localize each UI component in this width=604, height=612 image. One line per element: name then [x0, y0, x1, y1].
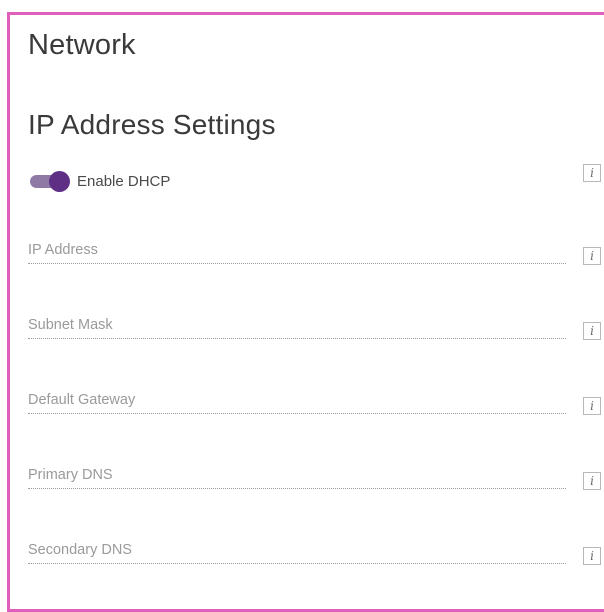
primary-dns-info-icon[interactable]: i [583, 472, 601, 490]
subnet-mask-input[interactable] [28, 313, 566, 337]
dhcp-row: Enable DHCP [28, 168, 170, 194]
toggle-thumb [49, 171, 70, 192]
subnet-mask-underline [28, 338, 566, 339]
enable-dhcp-label: Enable DHCP [77, 172, 171, 190]
primary-dns-field [28, 463, 566, 491]
default-gateway-input[interactable] [28, 388, 566, 412]
ip-address-field [28, 238, 566, 266]
primary-dns-underline [28, 488, 566, 489]
default-gateway-underline [28, 413, 566, 414]
ip-address-info-icon[interactable]: i [583, 247, 601, 265]
dhcp-info-icon[interactable]: i [583, 164, 601, 182]
secondary-dns-field [28, 538, 566, 566]
secondary-dns-info-icon[interactable]: i [583, 547, 601, 565]
default-gateway-field [28, 388, 566, 416]
ip-address-input[interactable] [28, 238, 566, 262]
primary-dns-input[interactable] [28, 463, 566, 487]
enable-dhcp-toggle[interactable] [28, 170, 70, 192]
secondary-dns-underline [28, 563, 566, 564]
default-gateway-info-icon[interactable]: i [583, 397, 601, 415]
secondary-dns-input[interactable] [28, 538, 566, 562]
subnet-mask-info-icon[interactable]: i [583, 322, 601, 340]
subnet-mask-field [28, 313, 566, 341]
network-panel: Network IP Address Settings Enable DHCP … [7, 12, 604, 612]
ip-address-underline [28, 263, 566, 264]
section-title: IP Address Settings [28, 109, 276, 140]
page-title: Network [28, 29, 136, 61]
